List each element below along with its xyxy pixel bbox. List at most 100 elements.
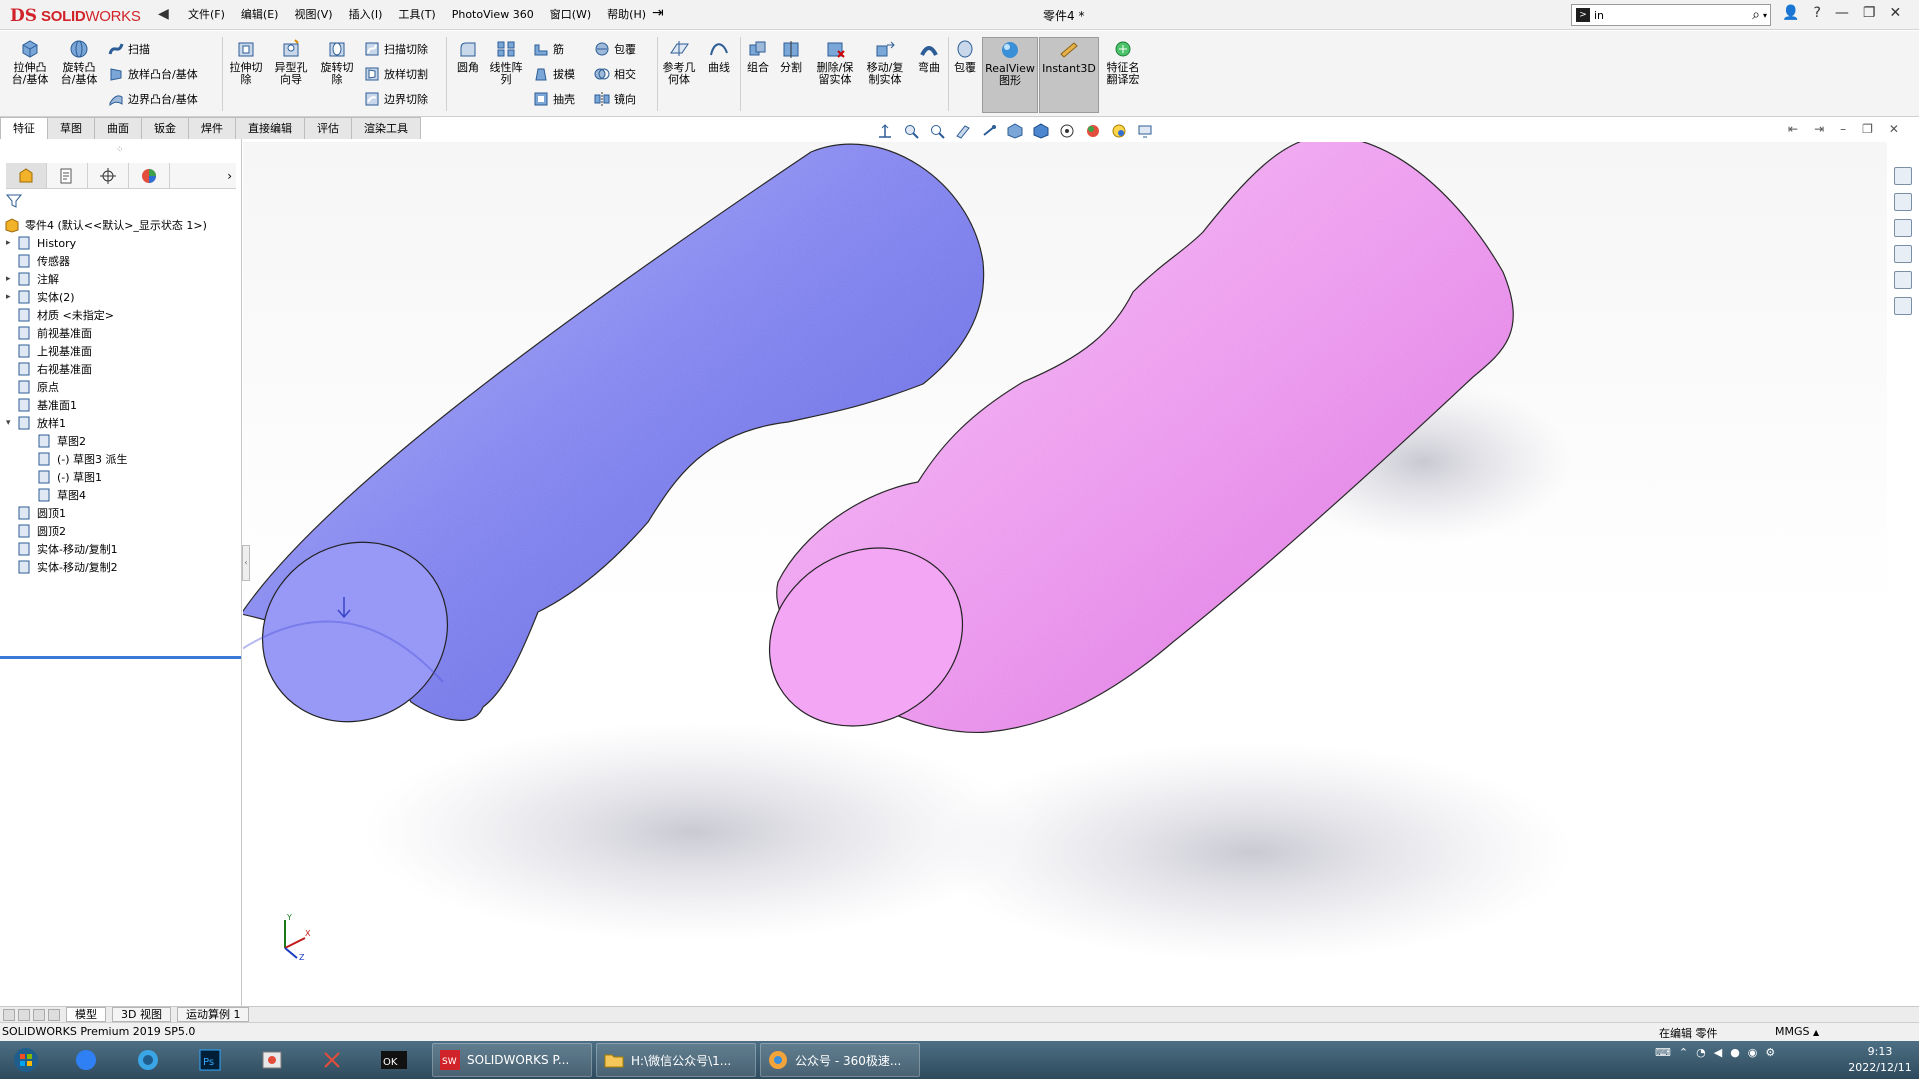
custom-properties-icon[interactable]	[1894, 297, 1912, 315]
tree-item[interactable]: (-) 草图1	[26, 468, 102, 486]
zoom-to-fit-icon[interactable]	[877, 123, 893, 139]
rib-button[interactable]: 筋	[533, 39, 564, 59]
menu-collapse-icon[interactable]: ◀	[158, 6, 169, 22]
menu-edit[interactable]: 编辑(E)	[233, 0, 287, 30]
search-input[interactable]	[1594, 6, 1750, 24]
boundary-cut-button[interactable]: 边界切除	[364, 89, 428, 109]
tab-motion-study[interactable]: 运动算例 1	[176, 1007, 250, 1022]
volume-icon[interactable]: ◀	[1714, 1046, 1722, 1059]
revolve-cut-button[interactable]: 旋转切 除	[316, 39, 358, 86]
tree-item[interactable]: 圆顶1	[6, 504, 66, 522]
view-orientation-icon[interactable]	[1007, 123, 1023, 139]
command-search-icon[interactable]: >	[1576, 8, 1590, 22]
tab-render-tools[interactable]: 渲染工具	[351, 117, 421, 139]
taskbar-browser-icon[interactable]	[246, 1043, 298, 1077]
tree-item[interactable]: 实体-移动/复制2	[6, 558, 118, 576]
tree-item[interactable]: 前视基准面	[6, 324, 92, 342]
tab-sheet-metal[interactable]: 钣金	[141, 117, 189, 139]
tab-direct-editing[interactable]: 直接编辑	[235, 117, 305, 139]
revolve-boss-button[interactable]: 旋转凸 台/基体	[58, 39, 100, 86]
realview-button[interactable]: RealView 图形	[982, 37, 1038, 113]
tree-item[interactable]: ▸ History	[6, 234, 76, 252]
viewport-close-icon[interactable]: ✕	[1889, 122, 1899, 136]
menu-insert[interactable]: 插入(I)	[341, 0, 391, 30]
apply-scene-icon[interactable]	[1111, 123, 1127, 139]
lofted-cut-button[interactable]: 放样切割	[364, 64, 428, 84]
edit-appearance-icon[interactable]	[1085, 123, 1101, 139]
linear-pattern-button[interactable]: 线性阵 列	[485, 39, 527, 86]
rollback-bar[interactable]	[0, 656, 241, 659]
user-icon[interactable]: 👤	[1782, 5, 1799, 21]
fillet-button[interactable]: 圆角	[447, 39, 489, 74]
tree-root[interactable]: 零件4 (默认<<默认>_显示状态 1>)	[4, 216, 207, 234]
taskbar-explorer-window[interactable]: H:\微信公众号\1...	[596, 1043, 756, 1077]
configuration-manager-tab[interactable]	[88, 163, 129, 188]
menu-file[interactable]: 文件(F)	[180, 0, 233, 30]
viewport-prev-icon[interactable]: ⇤	[1788, 122, 1798, 136]
intersect-button[interactable]: 相交	[594, 64, 636, 84]
curves-button[interactable]: 曲线	[698, 39, 740, 74]
viewport-next-icon[interactable]: ⇥	[1814, 122, 1824, 136]
tab-weldments[interactable]: 焊件	[188, 117, 236, 139]
design-library-icon[interactable]	[1894, 193, 1912, 211]
boundary-boss-button[interactable]: 边界凸台/基体	[108, 89, 198, 109]
first-tab-icon[interactable]	[3, 1008, 15, 1021]
view-palette-icon[interactable]	[1894, 245, 1912, 263]
restore-icon[interactable]: ❐	[1863, 5, 1876, 21]
minimize-icon[interactable]: —	[1835, 5, 1849, 21]
menu-photoview[interactable]: PhotoView 360	[444, 0, 542, 30]
filter-icon[interactable]	[5, 193, 23, 213]
solidworks-resources-icon[interactable]	[1894, 167, 1912, 185]
taskbar-photoshop-icon[interactable]: Ps	[184, 1043, 236, 1077]
prev-tab-icon[interactable]	[18, 1008, 30, 1021]
instant3d-button[interactable]: Instant3D	[1039, 37, 1099, 113]
viewport-minimize-icon[interactable]: –	[1840, 122, 1846, 136]
tab-sketch[interactable]: 草图	[47, 117, 95, 139]
taskbar-clock[interactable]: 9:13 2022/12/11	[1845, 1044, 1915, 1076]
tab-features[interactable]: 特征	[0, 117, 48, 139]
hole-wizard-button[interactable]: 异型孔 向导	[270, 39, 312, 86]
tree-item[interactable]: ▸ 实体(2)	[6, 288, 75, 306]
tree-item[interactable]: 实体-移动/复制1	[6, 540, 118, 558]
expand-arrow-icon[interactable]: ▸	[6, 292, 16, 302]
last-tab-icon[interactable]	[48, 1008, 60, 1021]
feature-translate-button[interactable]: 特征名 翻译宏	[1100, 39, 1146, 86]
expand-arrow-icon[interactable]: ▸	[6, 238, 16, 248]
search-dropdown-icon[interactable]: ▾	[1763, 11, 1770, 20]
wrap-body-button[interactable]: 包覆	[944, 39, 986, 74]
appearances-icon[interactable]	[1894, 271, 1912, 289]
tree-item[interactable]: 基准面1	[6, 396, 77, 414]
panel-expand-icon[interactable]: ›	[170, 169, 236, 183]
view-settings-icon[interactable]	[1137, 123, 1153, 139]
pin-menu-icon[interactable]: ⇥	[652, 5, 664, 21]
draft-button[interactable]: 拔模	[533, 64, 575, 84]
help-icon[interactable]: ?	[1813, 5, 1820, 21]
taskbar-solidworks-window[interactable]: SW SOLIDWORKS P...	[432, 1043, 592, 1077]
swept-cut-button[interactable]: 扫描切除	[364, 39, 428, 59]
tree-item[interactable]: 原点	[6, 378, 59, 396]
extrude-cut-button[interactable]: 拉伸切 除	[225, 39, 267, 86]
tray-app-icon[interactable]: ●	[1730, 1046, 1740, 1059]
mirror-button[interactable]: 镜向	[594, 89, 636, 109]
tree-item[interactable]: 草图2	[26, 432, 86, 450]
dynamic-annotation-icon[interactable]	[981, 123, 997, 139]
panel-grip-icon[interactable]: ⁘	[116, 145, 124, 155]
menu-help[interactable]: 帮助(H)	[599, 0, 654, 30]
split-button[interactable]: 分割	[770, 39, 812, 74]
expand-arrow-icon[interactable]: ▾	[6, 418, 16, 428]
zoom-area-icon[interactable]	[903, 123, 919, 139]
tree-item[interactable]: 右视基准面	[6, 360, 92, 378]
keyboard-icon[interactable]: ⌨	[1655, 1046, 1671, 1059]
tree-item[interactable]: 材质 <未指定>	[6, 306, 114, 324]
search-box[interactable]: > ⌕ ▾	[1571, 4, 1771, 26]
solidworks-logo[interactable]: DS SOLIDWORKS	[10, 4, 152, 28]
menu-window[interactable]: 窗口(W)	[542, 0, 599, 30]
tree-item[interactable]: 上视基准面	[6, 342, 92, 360]
shell-button[interactable]: 抽壳	[533, 89, 575, 109]
viewport-restore-icon[interactable]: ❐	[1862, 122, 1873, 136]
menu-tools[interactable]: 工具(T)	[390, 0, 443, 30]
search-icon[interactable]: ⌕	[1749, 7, 1763, 23]
display-style-icon[interactable]	[1033, 123, 1049, 139]
expand-arrow-icon[interactable]: ▸	[6, 274, 16, 284]
network-icon[interactable]: ◔	[1696, 1046, 1706, 1059]
